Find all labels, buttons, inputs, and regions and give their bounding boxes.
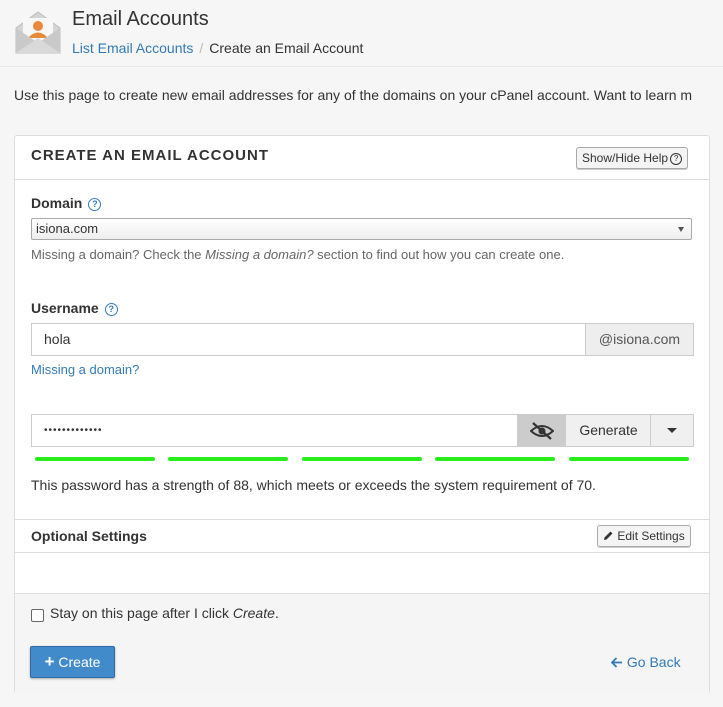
- plus-icon: +: [44, 652, 55, 671]
- go-back-link[interactable]: Go Back: [610, 654, 681, 670]
- generate-options-dropdown[interactable]: [650, 414, 694, 447]
- domain-hint: Missing a domain? Check the Missing a do…: [31, 247, 565, 262]
- username-help-icon[interactable]: ?: [104, 303, 118, 316]
- breadcrumb-separator: /: [199, 40, 204, 56]
- go-back-label: Go Back: [626, 654, 681, 670]
- stay-on-page-label: Stay on this page after I click Create.: [50, 605, 279, 621]
- question-circle-icon: ?: [670, 152, 683, 165]
- caret-down-icon: [667, 428, 677, 433]
- domain-select[interactable]: isiona.com: [31, 218, 692, 240]
- strength-meter-segment: [168, 457, 288, 461]
- page-title: Email Accounts: [72, 8, 209, 30]
- create-label: Create: [58, 654, 101, 670]
- edit-settings-label: Edit Settings: [617, 529, 685, 543]
- help-button-label: Show/Hide Help: [582, 151, 669, 165]
- show-hide-help-button[interactable]: Show/Hide Help?: [576, 147, 689, 169]
- email-accounts-icon: [15, 11, 61, 54]
- username-input[interactable]: hola: [31, 323, 587, 356]
- missing-domain-link[interactable]: Missing a domain?: [31, 362, 139, 377]
- divider: [15, 519, 709, 520]
- domain-label: Domain?: [31, 195, 102, 211]
- password-strength-text: This password has a strength of 88, whic…: [31, 477, 596, 493]
- page-header: Email Accounts List Email Accounts / Creat…: [0, 0, 723, 67]
- panel-title: CREATE AN EMAIL ACCOUNT: [31, 147, 269, 164]
- eye-slash-icon: [529, 422, 555, 440]
- panel-heading: CREATE AN EMAIL ACCOUNT Show/Hide Help?: [15, 136, 709, 180]
- edit-settings-button[interactable]: Edit Settings: [597, 525, 691, 547]
- chevron-down-icon: [678, 227, 684, 232]
- domain-help-icon[interactable]: ?: [88, 198, 102, 211]
- username-domain-suffix: @isiona.com: [585, 323, 694, 356]
- divider: [15, 552, 709, 553]
- panel-footer: Stay on this page after I click Create. …: [15, 593, 709, 694]
- breadcrumb-current: Create an Email Account: [209, 40, 364, 56]
- password-input[interactable]: •••••••••••••: [31, 414, 519, 447]
- arrow-left-icon: [610, 657, 622, 668]
- username-label: Username?: [31, 300, 118, 316]
- strength-meter-segment: [569, 457, 689, 461]
- stay-on-page-checkbox[interactable]: [31, 609, 44, 622]
- strength-meter-segment: [35, 457, 155, 461]
- breadcrumb: List Email Accounts / Create an Email Acco…: [72, 40, 363, 56]
- pencil-icon: [604, 531, 613, 540]
- optional-settings-label: Optional Settings: [31, 528, 147, 544]
- create-button[interactable]: + Create: [30, 646, 115, 678]
- domain-value: isiona.com: [36, 221, 99, 236]
- generate-password-button[interactable]: Generate: [565, 414, 652, 447]
- strength-meter-segment: [435, 457, 555, 461]
- strength-meter-segment: [302, 457, 422, 461]
- intro-text: Use this page to create new email addres…: [14, 87, 693, 103]
- breadcrumb-list-email-accounts[interactable]: List Email Accounts: [72, 40, 193, 56]
- create-email-panel: CREATE AN EMAIL ACCOUNT Show/Hide Help? …: [14, 135, 710, 694]
- toggle-password-visibility-button[interactable]: [517, 414, 567, 447]
